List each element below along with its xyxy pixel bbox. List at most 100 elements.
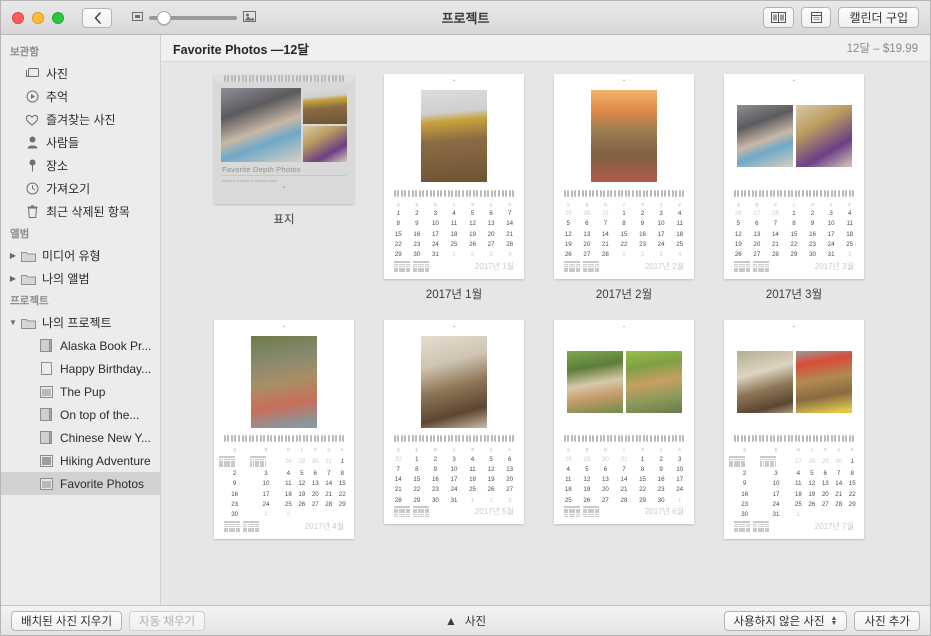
sidebar-item-사진[interactable]: 사진 <box>1 62 160 85</box>
zoom-slider[interactable] <box>149 10 237 25</box>
calendar-month-page[interactable]: ▪ 일 월 화 수 목 금 토 30 1 2 3 4 5 6 7 8 9 10 11 12 13 14 15 16 17 18 19 2… <box>384 319 524 525</box>
photo-frame[interactable] <box>566 350 623 413</box>
add-photos-button[interactable]: 사진 추가 <box>854 610 920 631</box>
minimize-window-button[interactable] <box>32 11 44 24</box>
buy-calendar-button[interactable]: 캘린더 구입 <box>838 7 919 28</box>
week-row: 26 27 28 29 30 31 1 <box>729 249 859 259</box>
sidebar-item-the-pup[interactable]: The Pup <box>1 380 160 403</box>
day-cell: 3 <box>489 250 493 258</box>
day-cell: 17 <box>262 490 270 498</box>
sidebar-item-label: The Pup <box>60 384 106 399</box>
photo-frame[interactable] <box>421 335 487 428</box>
weekday-header: 화 <box>773 202 777 207</box>
week-row: 9 10 11 12 13 14 15 <box>729 479 859 489</box>
sidebar-item-label: Favorite Photos <box>60 476 145 491</box>
sidebar-item-장소[interactable]: 장소 <box>1 154 160 177</box>
sidebar-item-나의-프로젝트[interactable]: ▼ 나의 프로젝트 <box>1 311 160 334</box>
photo-frame[interactable] <box>736 105 793 167</box>
day-cell: 15 <box>790 230 798 238</box>
calendar-month-page[interactable]: ▪ 일 월 화 수 목 금 토 28 29 30 31 1 2 3 4 5 6 7 8 9 10 11 12 13 14 15 16 1… <box>554 319 694 525</box>
sidebar-item-나의-앨범[interactable]: ▶ 나의 앨범 <box>1 267 160 290</box>
calendar-view-button[interactable] <box>801 7 832 28</box>
cover-side-photo[interactable] <box>303 88 347 124</box>
clear-placed-photos-button[interactable]: 배치된 사진 지우기 <box>11 610 123 631</box>
photo-filter-popup[interactable]: 사용하지 않은 사진 ▲ ▼ <box>723 610 848 631</box>
cover-subtitle[interactable]: Insert a subtitle or author name <box>222 178 346 183</box>
disclosure-triangle-closed-icon[interactable]: ▶ <box>8 274 18 283</box>
calendar-month-page[interactable]: ▪ 일 월 화 수 목 금 토 1 2 3 4 5 6 7 8 9 10 11 12 13 14 15 16 17 18 19 20 2… <box>384 74 524 279</box>
week-row: 14 15 16 17 18 19 20 <box>389 475 519 485</box>
maximize-window-button[interactable] <box>52 11 64 24</box>
photo-frame[interactable] <box>736 350 793 413</box>
layout-view-button[interactable] <box>763 7 795 28</box>
day-cell: 9 <box>415 220 419 228</box>
cover-page-slot[interactable]: Favorite Depth Photos Insert a subtitle o… <box>214 74 354 302</box>
sidebar-item-alaska-book-pr[interactable]: Alaska Book Pr... <box>1 334 160 357</box>
page-photo-area[interactable]: ▪ <box>724 74 864 189</box>
page-photo-area[interactable]: ▪ <box>554 74 694 189</box>
page-photo-area[interactable]: ▪ <box>724 319 864 435</box>
photo-frame[interactable] <box>251 335 317 428</box>
photo-frame[interactable] <box>591 90 657 182</box>
page-photo-area[interactable]: ▪ <box>384 74 524 189</box>
day-cell: 2 <box>640 250 645 258</box>
weekday-header: 화 <box>603 202 607 207</box>
weekday-header: 수 <box>810 448 814 453</box>
sidebar-item-on-top-of-the[interactable]: On top of the... <box>1 403 160 426</box>
calendar-page-slot[interactable]: ▪ 일 월 화 수 목 금 토 1 2 3 4 5 6 7 8 9 10 11 12 13 14 15 16 17 18 19 20 2… <box>384 74 524 302</box>
day-cell: 7 <box>837 470 841 478</box>
sidebar-item-추억[interactable]: 추억 <box>1 85 160 108</box>
day-cell: 8 <box>622 220 626 228</box>
close-window-button[interactable] <box>12 11 24 24</box>
sidebar-item-가져오기[interactable]: 가져오기 <box>1 177 160 200</box>
day-cell: 1 <box>452 250 456 258</box>
sidebar-item-사람들[interactable]: 사람들 <box>1 131 160 154</box>
day-cell: 9 <box>742 480 747 488</box>
day-cell: 6 <box>755 220 759 228</box>
cover-title[interactable]: Favorite Depth Photos <box>222 165 346 174</box>
thumbnail-zoom-control[interactable] <box>132 10 256 25</box>
week-row: 19 20 21 22 23 24 25 <box>559 239 689 249</box>
calendar-cover-page[interactable]: Favorite Depth Photos Insert a subtitle o… <box>214 74 354 204</box>
day-cell: 6 <box>507 455 512 463</box>
disclosure-triangle-closed-icon[interactable]: ▶ <box>8 251 18 260</box>
calendar-page-slot[interactable]: ▪ 일 월 화 수 목 금 토 26 27 28 1 2 3 4 5 6 7 8 9 10 11 12 13 14 15 16 17 1… <box>724 74 864 302</box>
page-photo-area[interactable]: ▪ <box>554 319 694 435</box>
cover-side-photo[interactable] <box>303 126 347 162</box>
cover-text-block[interactable]: Favorite Depth Photos Insert a subtitle o… <box>214 162 354 183</box>
back-button[interactable] <box>82 7 112 28</box>
calendar-month-page[interactable]: ▪ 일 월 화 수 목 금 토 26 27 28 1 2 3 4 5 6 7 8 9 10 11 12 13 14 15 16 17 1… <box>724 74 864 279</box>
mini-calendar <box>583 506 599 518</box>
calendar-month-page[interactable]: ▪ 일 월 화 수 목 금 토 26 29 30 31 1 2 3 4 5 6 7 8 9 10 11 12 13 14 15 16 1… <box>214 319 354 539</box>
autofill-button[interactable]: 자동 채우기 <box>129 610 206 631</box>
sidebar-item-hiking-adventure[interactable]: Hiking Adventure <box>1 449 160 472</box>
calendar-page-slot[interactable]: ▪ 일 월 화 수 목 금 토 30 1 2 3 4 5 6 7 8 9 10 11 12 13 14 15 16 17 18 19 2… <box>384 319 524 539</box>
calendar-page-slot[interactable]: ▪ 일 월 화 수 목 금 토 28 29 30 31 1 2 3 4 5 6 7 8 9 10 11 12 13 14 15 16 1… <box>554 319 694 539</box>
day-cell: 27 <box>753 210 761 218</box>
photo-frame[interactable] <box>795 105 852 167</box>
disclosure-triangle-open-icon[interactable]: ▼ <box>8 318 18 327</box>
calendar-page-slot[interactable]: ▪ 일 월 화 수 목 금 토 26 29 30 31 1 2 3 4 5 6 7 8 9 10 11 12 13 14 15 16 1… <box>214 319 354 539</box>
photo-frame[interactable] <box>795 350 852 413</box>
photo-frame[interactable] <box>625 350 682 413</box>
calendar-canvas[interactable]: Favorite Depth Photos Insert a subtitle o… <box>161 62 930 605</box>
page-footer: 2017년 2월 <box>559 260 689 275</box>
photo-frame[interactable] <box>421 90 487 182</box>
page-photo-area[interactable]: ▪ <box>214 319 354 435</box>
calendar-page-icon <box>810 12 822 23</box>
calendar-page-slot[interactable]: ▪ 일 월 화 수 목 금 토 29 30 31 1 2 3 4 5 6 7 8 9 10 11 12 13 14 15 16 17 1… <box>554 74 694 302</box>
zoom-slider-knob[interactable] <box>157 10 171 25</box>
sidebar-item-chinese-new-y[interactable]: Chinese New Y... <box>1 426 160 449</box>
sidebar-item-favorite-photos[interactable]: Favorite Photos <box>1 472 160 495</box>
calendar-month-page[interactable]: ▪ 일 월 화 수 목 금 토 29 30 31 1 2 3 4 5 6 7 8 9 10 11 12 13 14 15 16 17 1… <box>554 74 694 279</box>
day-cell: 20 <box>753 240 761 248</box>
sidebar-item-즐겨찾는-사진[interactable]: 즐겨찾는 사진 <box>1 108 160 131</box>
sidebar-item-happy-birthday[interactable]: Happy Birthday... <box>1 357 160 380</box>
sidebar-item-최근-삭제된-항목[interactable]: 최근 삭제된 항목 <box>1 200 160 223</box>
calendar-page-slot[interactable]: ▪ 일 월 화 수 목 금 토 27 28 29 30 1 2 3 4 5 6 7 8 9 10 11 12 13 14 15 16 1… <box>724 319 864 539</box>
calendar-month-page[interactable]: ▪ 일 월 화 수 목 금 토 27 28 29 30 1 2 3 4 5 6 7 8 9 10 11 12 13 14 15 16 1… <box>724 319 864 539</box>
sidebar-item-미디어-유형[interactable]: ▶ 미디어 유형 <box>1 244 160 267</box>
cover-main-photo[interactable] <box>221 88 302 162</box>
page-photo-area[interactable]: ▪ <box>384 319 524 435</box>
day-cell: 27 <box>601 496 609 504</box>
